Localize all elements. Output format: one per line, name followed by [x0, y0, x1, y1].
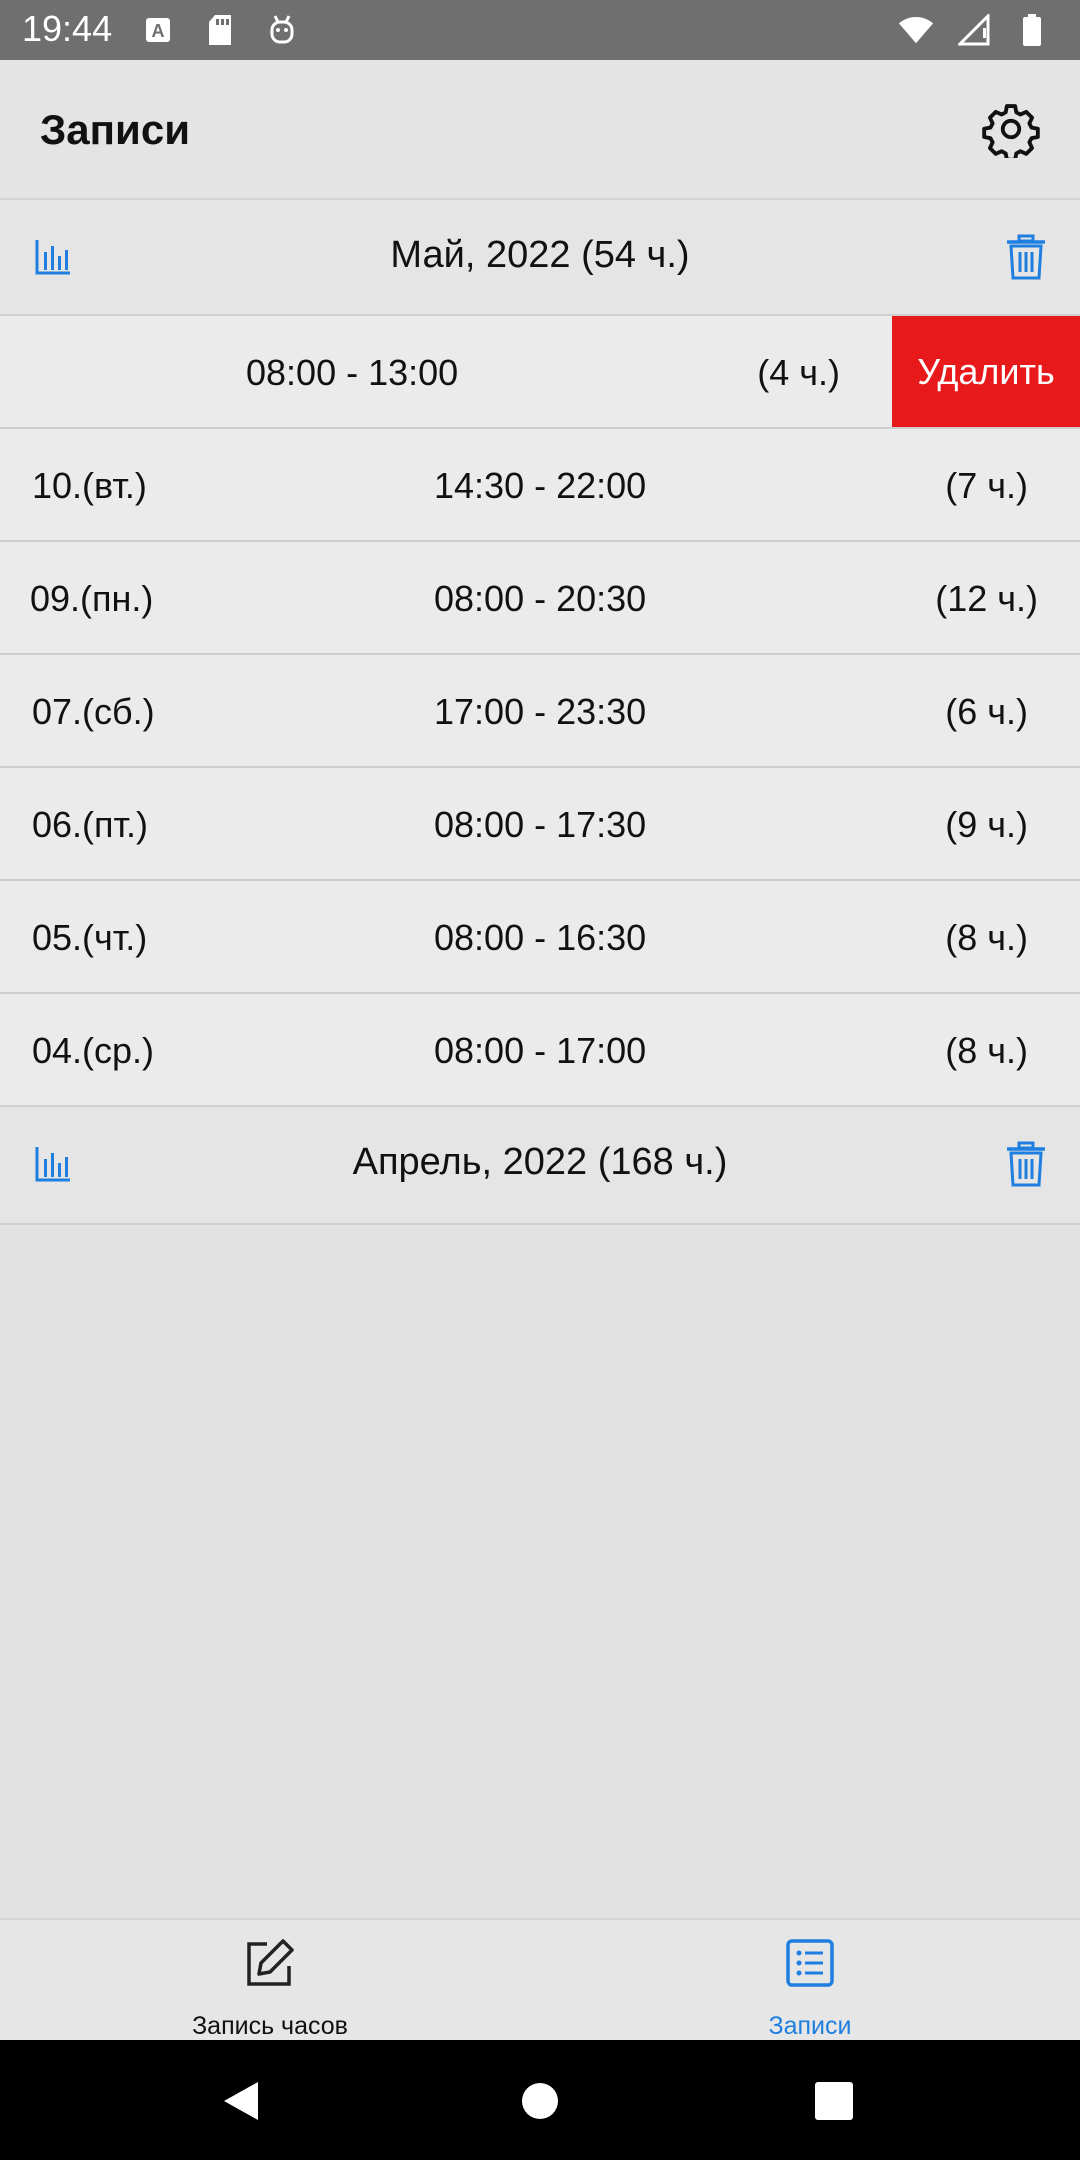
- text-a-icon: A: [140, 12, 176, 48]
- bottom-nav: Запись часов Записи: [0, 1918, 1080, 2042]
- page-title: Записи: [40, 106, 191, 153]
- status-icons-left: A: [140, 12, 300, 48]
- svg-text:A: A: [152, 21, 165, 41]
- list-item[interactable]: 04.(ср.) 08:00 - 17:00 (8 ч.): [0, 994, 1080, 1107]
- entry-date: 05.(чт.): [32, 917, 148, 958]
- app-bar: Записи: [0, 60, 1080, 200]
- gear-icon[interactable]: [982, 100, 1040, 162]
- list-item[interactable]: 06.(пт.) 08:00 - 17:30 (9 ч.): [0, 768, 1080, 881]
- month-header[interactable]: Май, 2022 (54 ч.): [0, 200, 1080, 316]
- nav-item-records[interactable]: Записи: [540, 1920, 1080, 2042]
- entry-time: 08:00 - 17:30: [434, 804, 647, 845]
- entry-date: 07.(сб.): [32, 691, 155, 732]
- entry-time: 08:00 - 16:30: [434, 917, 647, 958]
- trash-icon[interactable]: [1004, 234, 1048, 280]
- android-icon: [264, 12, 300, 48]
- nav-label: Запись часов: [192, 2012, 348, 2040]
- system-nav-bar: [0, 2040, 1080, 2160]
- entry-time: 14:30 - 22:00: [434, 465, 647, 506]
- list-item[interactable]: 08:00 - 13:00 (4 ч.) Удалить: [0, 316, 1080, 429]
- recents-icon[interactable]: [811, 2078, 857, 2124]
- month-title: Апрель, 2022 (168 ч.): [352, 1141, 728, 1183]
- signal-icon: [956, 12, 992, 48]
- entry-date: 06.(пт.): [32, 804, 149, 845]
- entry-date: 10.(вт.): [32, 465, 147, 506]
- entry-hours: (9 ч.): [945, 804, 1028, 845]
- status-time: 19:44: [22, 8, 113, 49]
- list-item[interactable]: 10.(вт.) 14:30 - 22:00 (7 ч.): [0, 429, 1080, 542]
- delete-button[interactable]: Удалить: [892, 316, 1080, 427]
- entry-hours: (12 ч.): [935, 578, 1038, 619]
- entry-time: 08:00 - 17:00: [434, 1030, 647, 1071]
- entry-hours: (8 ч.): [945, 1030, 1028, 1071]
- edit-icon: [245, 1938, 295, 1988]
- entry-date: 04.(ср.): [32, 1030, 155, 1071]
- entry-hours: (6 ч.): [945, 691, 1028, 732]
- nav-label: Записи: [768, 2012, 852, 2040]
- entry-time: 08:00 - 20:30: [434, 578, 647, 619]
- records-list: Май, 2022 (54 ч.) 08:00 - 13:00 (4 ч.) У…: [0, 200, 1080, 1225]
- entry-hours: (4 ч.): [757, 352, 840, 393]
- month-header[interactable]: Апрель, 2022 (168 ч.): [0, 1107, 1080, 1225]
- wifi-icon: [898, 12, 934, 48]
- entry-hours: (8 ч.): [945, 917, 1028, 958]
- status-icons-right: [898, 12, 1050, 48]
- back-icon[interactable]: [218, 2078, 264, 2124]
- list-item[interactable]: 05.(чт.) 08:00 - 16:30 (8 ч.): [0, 881, 1080, 994]
- list-icon: [785, 1938, 835, 1988]
- trash-icon[interactable]: [1004, 1141, 1048, 1187]
- entry-hours: (7 ч.): [945, 465, 1028, 506]
- home-icon[interactable]: [517, 2078, 563, 2124]
- nav-item-record-hours[interactable]: Запись часов: [0, 1920, 540, 2042]
- status-bar: 19:44 A: [0, 0, 1080, 60]
- list-item[interactable]: 07.(сб.) 17:00 - 23:30 (6 ч.): [0, 655, 1080, 768]
- entry-time: 08:00 - 13:00: [246, 352, 459, 393]
- entry-time: 17:00 - 23:30: [434, 691, 647, 732]
- entry-date: 09.(пн.): [30, 578, 154, 619]
- sd-card-icon: [202, 12, 238, 48]
- battery-icon: [1014, 12, 1050, 48]
- list-item[interactable]: 09.(пн.) 08:00 - 20:30 (12 ч.): [0, 542, 1080, 655]
- month-title: Май, 2022 (54 ч.): [390, 234, 690, 276]
